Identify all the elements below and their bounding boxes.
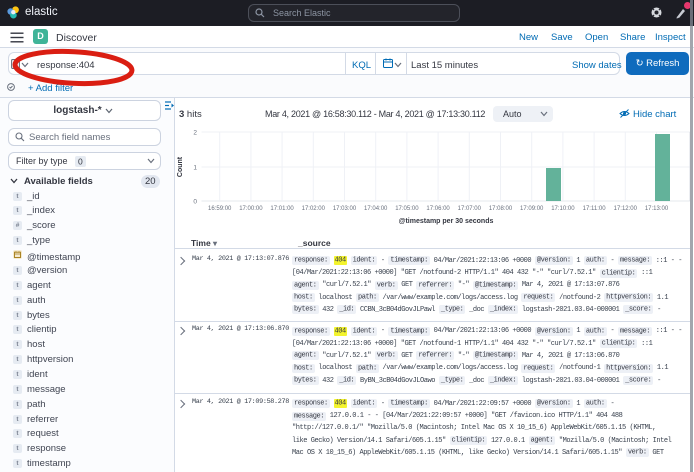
svg-text:17:12:00: 17:12:00 bbox=[614, 206, 638, 212]
svg-text:17:00:00: 17:00:00 bbox=[239, 206, 263, 212]
svg-text:Count: Count bbox=[177, 156, 184, 177]
svg-text:17:05:00: 17:05:00 bbox=[395, 206, 419, 212]
svg-text:17:08:00: 17:08:00 bbox=[489, 206, 513, 212]
svg-text:17:11:00: 17:11:00 bbox=[583, 206, 607, 212]
svg-text:0: 0 bbox=[193, 199, 197, 206]
svg-text:16:59:00: 16:59:00 bbox=[208, 206, 232, 212]
svg-text:1: 1 bbox=[193, 165, 197, 172]
svg-text:17:03:00: 17:03:00 bbox=[333, 206, 357, 212]
svg-text:17:09:00: 17:09:00 bbox=[520, 206, 544, 212]
svg-text:17:13:00: 17:13:00 bbox=[645, 206, 669, 212]
svg-text:@timestamp per 30 seconds: @timestamp per 30 seconds bbox=[399, 218, 494, 225]
svg-text:2: 2 bbox=[193, 130, 197, 137]
svg-text:17:10:00: 17:10:00 bbox=[551, 206, 575, 212]
svg-text:17:02:00: 17:02:00 bbox=[302, 206, 326, 212]
svg-text:17:04:00: 17:04:00 bbox=[364, 206, 388, 212]
svg-text:17:07:00: 17:07:00 bbox=[458, 206, 482, 212]
svg-text:17:01:00: 17:01:00 bbox=[270, 206, 294, 212]
svg-text:17:06:00: 17:06:00 bbox=[426, 206, 450, 212]
